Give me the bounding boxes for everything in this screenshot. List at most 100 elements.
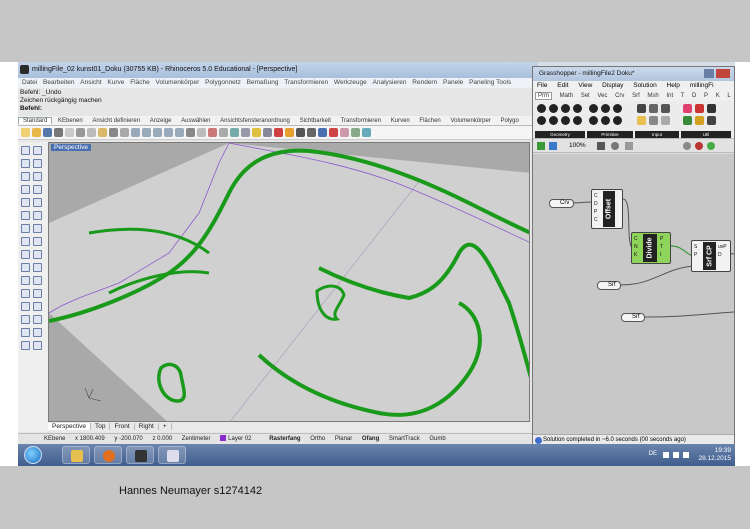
tab-kurven[interactable]: Kurven: [387, 118, 414, 124]
input-button-icon[interactable]: [661, 104, 670, 113]
tab-volumenkoerper[interactable]: Volumenkörper: [446, 118, 494, 124]
util-arrow-icon[interactable]: [707, 104, 716, 113]
print-icon[interactable]: [54, 128, 63, 137]
cplane-icon[interactable]: [241, 128, 250, 137]
tab-anzeige[interactable]: Anzeige: [146, 118, 176, 124]
gh-document-name[interactable]: millingFi: [690, 82, 714, 89]
explode-icon[interactable]: [33, 263, 42, 272]
param-surface-icon[interactable]: [537, 116, 546, 125]
taskbar-rhino[interactable]: [126, 446, 154, 464]
cut-icon[interactable]: [76, 128, 85, 137]
box-icon[interactable]: [21, 224, 30, 233]
move-icon[interactable]: [208, 128, 217, 137]
render-tool-icon[interactable]: [21, 341, 30, 350]
gh-tab-vec[interactable]: Vec: [597, 93, 607, 99]
tab-standard[interactable]: Standard: [18, 117, 53, 124]
tab-ansicht-definieren[interactable]: Ansicht definieren: [88, 118, 144, 124]
zoom-icon[interactable]: [142, 128, 151, 137]
gh-component-offset[interactable]: C D P C Offset: [591, 189, 623, 229]
divide-input-k[interactable]: K: [634, 251, 638, 259]
array-icon[interactable]: [21, 302, 30, 311]
gh-tab-p[interactable]: P: [704, 93, 708, 99]
param-field-icon[interactable]: [573, 116, 582, 125]
analyze-icon[interactable]: [33, 315, 42, 324]
input-slider-icon[interactable]: [637, 104, 646, 113]
open-file-icon[interactable]: [32, 128, 41, 137]
param-curve-icon[interactable]: [573, 104, 582, 113]
extrude-icon[interactable]: [33, 211, 42, 220]
zoom-selected-icon[interactable]: [175, 128, 184, 137]
primitive-number-icon[interactable]: [613, 104, 622, 113]
volume-icon[interactable]: [683, 452, 689, 458]
menu-volumenkoerper[interactable]: Volumenkörper: [156, 79, 200, 86]
input-toggle-icon[interactable]: [649, 104, 658, 113]
gh-menu-help[interactable]: Help: [667, 82, 680, 89]
gh-tab-set[interactable]: Set: [581, 93, 590, 99]
boolean-icon[interactable]: [33, 237, 42, 246]
param-vector-icon[interactable]: [561, 104, 570, 113]
system-clock[interactable]: 19:39 28.12.2015: [698, 447, 731, 463]
rectangle-icon[interactable]: [21, 185, 30, 194]
srfcp-output-uvp[interactable]: uvP: [718, 243, 727, 251]
input-panel-icon[interactable]: [637, 116, 646, 125]
gh-bake-icon[interactable]: [625, 142, 633, 150]
primitive-domain-icon[interactable]: [613, 116, 622, 125]
util-cluster-icon[interactable]: [695, 104, 704, 113]
rotate-view-icon[interactable]: [131, 128, 140, 137]
light-tool-icon[interactable]: [33, 341, 42, 350]
taskbar-firefox[interactable]: [94, 446, 122, 464]
toggle-rasterfang[interactable]: Rasterfang: [269, 436, 300, 442]
gh-param-crv[interactable]: Crv: [549, 199, 575, 208]
menu-flaeche[interactable]: Fläche: [130, 79, 150, 86]
move-tool-icon[interactable]: [21, 276, 30, 285]
input-graph-icon[interactable]: [661, 116, 670, 125]
minimize-button[interactable]: [704, 69, 714, 78]
menu-paneling-tools[interactable]: Paneling Tools: [469, 79, 511, 86]
gh-param-srf-1[interactable]: Srf: [597, 281, 621, 290]
check-icon[interactable]: [33, 328, 42, 337]
surface-icon[interactable]: [21, 211, 30, 220]
param-geometry-icon[interactable]: [537, 104, 546, 113]
offset-input-c2[interactable]: C: [594, 216, 598, 224]
menu-polygonnetz[interactable]: Polygonnetz: [205, 79, 241, 86]
rotate-tool-icon[interactable]: [33, 276, 42, 285]
status-layer[interactable]: Layer 02: [220, 435, 259, 442]
text-icon[interactable]: [33, 302, 42, 311]
save-icon[interactable]: [43, 128, 52, 137]
view-tab-top[interactable]: Top: [90, 423, 111, 430]
srfcp-output-d[interactable]: D: [718, 251, 727, 259]
toggle-planar[interactable]: Planar: [335, 436, 352, 442]
gh-tab-l[interactable]: L: [727, 93, 730, 99]
toggle-ortho[interactable]: Ortho: [310, 436, 325, 442]
join-icon[interactable]: [21, 263, 30, 272]
primitive-colour-icon[interactable]: [601, 116, 610, 125]
viewport-layout-icon[interactable]: [197, 128, 206, 137]
help-icon[interactable]: [329, 128, 338, 137]
gh-menu-display[interactable]: Display: [602, 82, 623, 89]
tab-sichtbarkeit[interactable]: Sichtbarkeit: [296, 118, 335, 124]
light-icon[interactable]: [252, 128, 261, 137]
gh-tab-d[interactable]: D: [692, 93, 696, 99]
divide-input-n[interactable]: N: [634, 243, 638, 251]
gh-open-icon[interactable]: [549, 142, 557, 150]
zoom-extents-icon[interactable]: [164, 128, 173, 137]
util-galapagos-icon[interactable]: [683, 104, 692, 113]
tab-ansichtsfensteranordnung[interactable]: Ansichtsfensteranordnung: [216, 118, 294, 124]
arc-icon[interactable]: [33, 172, 42, 181]
tab-polygo[interactable]: Polygo: [496, 118, 522, 124]
gh-sphere-icon[interactable]: [683, 142, 691, 150]
pan-icon[interactable]: [120, 128, 129, 137]
scale-icon[interactable]: [21, 289, 30, 298]
grasshopper-launch-icon[interactable]: [351, 128, 360, 137]
param-point-icon[interactable]: [549, 104, 558, 113]
material-icon[interactable]: [285, 128, 294, 137]
fillet-curve-icon[interactable]: [21, 198, 30, 207]
properties-icon[interactable]: [65, 128, 74, 137]
gh-menu-view[interactable]: View: [578, 82, 592, 89]
viewport-title[interactable]: Perspective: [51, 144, 91, 151]
gh-menu-solution[interactable]: Solution: [633, 82, 657, 89]
start-button[interactable]: [24, 446, 42, 464]
menu-panele[interactable]: Panele: [443, 79, 463, 86]
gh-tab-prm[interactable]: Prm: [535, 92, 552, 100]
gh-component-divide[interactable]: C N K Divide P T t: [631, 232, 671, 264]
